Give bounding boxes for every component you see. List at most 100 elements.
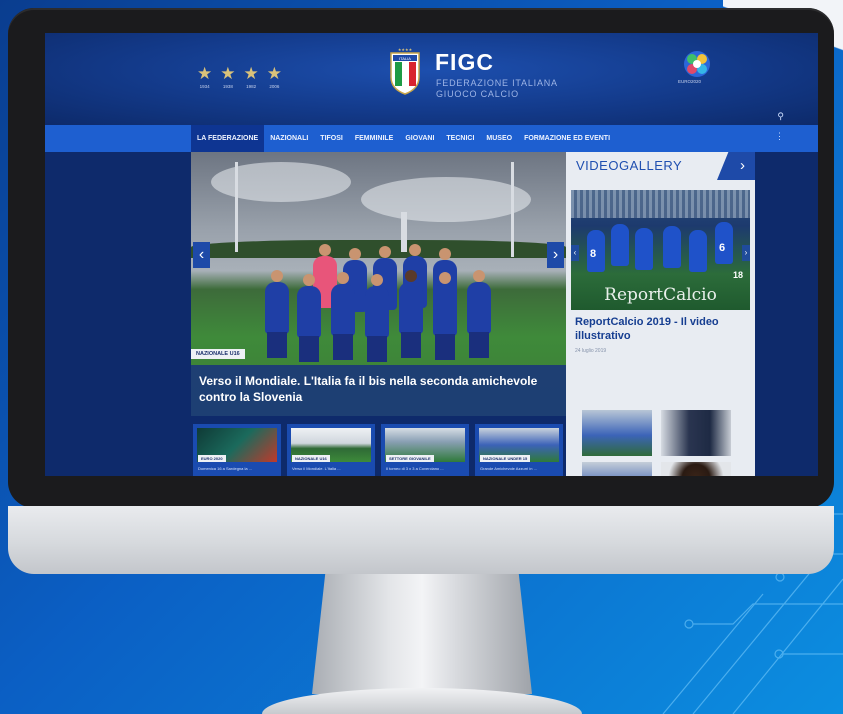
player-head bbox=[439, 248, 451, 260]
player-legs bbox=[367, 336, 387, 362]
nav-item-giovani[interactable]: GIOVANI bbox=[399, 125, 440, 152]
kebab-menu-icon[interactable]: ⋮ bbox=[775, 131, 784, 142]
thumb-text: Verso il Mondiale. L'Italia ... bbox=[292, 466, 341, 471]
nav-item-formazione[interactable]: FORMAZIONE ED EVENTI bbox=[518, 125, 616, 152]
player-head bbox=[337, 272, 349, 284]
nav-item-tecnici[interactable]: TECNICI bbox=[440, 125, 480, 152]
thumb-badge: SETTORE GIOVANILE bbox=[386, 455, 434, 462]
player-head bbox=[409, 244, 421, 256]
euro-label: EURO2020 bbox=[678, 79, 702, 84]
star-item: ★ 1934 bbox=[197, 65, 212, 89]
news-thumb[interactable]: NAZIONALE UNDER 15 Grande Amichevole Azz… bbox=[475, 424, 563, 476]
jersey-number: 18 bbox=[733, 270, 744, 280]
player-head bbox=[319, 244, 331, 256]
news-thumbnails: EURO 2020 Domenica 16 a Sardegna la ... … bbox=[191, 416, 566, 476]
svg-text:★★★★: ★★★★ bbox=[398, 47, 413, 52]
player-head bbox=[271, 270, 283, 282]
video-gallery: VIDEOGALLERY › 8 6 18 ReportCalcio ‹ › R… bbox=[566, 152, 755, 476]
news-thumb[interactable]: EURO 2020 Domenica 16 a Sardegna la ... bbox=[193, 424, 281, 476]
star-item: ★ 1982 bbox=[244, 65, 259, 89]
stadium-crowd bbox=[571, 190, 750, 218]
gallery-next-arrow-icon[interactable]: › bbox=[717, 152, 755, 180]
star-icon: ★ bbox=[220, 64, 236, 83]
jersey-number: 6 bbox=[719, 242, 726, 254]
news-thumb[interactable]: SETTORE GIOVANILE Il torneo di 3 x 3 a C… bbox=[381, 424, 469, 476]
figc-shield-logo[interactable]: ITALIA ★★★★ bbox=[388, 47, 422, 95]
player-head bbox=[349, 248, 361, 260]
player bbox=[399, 282, 423, 334]
monitor-stand bbox=[312, 574, 532, 694]
gallery-title[interactable]: VIDEOGALLERY bbox=[576, 158, 682, 173]
star-icon: ★ bbox=[243, 64, 259, 83]
star-icon: ★ bbox=[266, 64, 282, 83]
hero-next-arrow-icon[interactable]: › bbox=[547, 242, 564, 268]
thumb-text: Domenica 16 a Sardegna la ... bbox=[198, 466, 253, 471]
video-player bbox=[635, 228, 653, 270]
jersey-number: 8 bbox=[590, 248, 597, 260]
star-year: 1938 bbox=[222, 84, 233, 89]
player bbox=[433, 284, 457, 336]
monitor-foot bbox=[262, 688, 582, 714]
video-prev-arrow-icon[interactable]: ‹ bbox=[571, 245, 579, 261]
monitor-chin bbox=[8, 506, 834, 574]
nav-item-tifosi[interactable]: TIFOSI bbox=[314, 125, 349, 152]
video-thumb[interactable] bbox=[661, 410, 731, 456]
news-thumb[interactable]: NAZIONALE U16 Verso il Mondiale. L'Itali… bbox=[287, 424, 375, 476]
player-head bbox=[473, 270, 485, 282]
hero-title[interactable]: Verso il Mondiale. L'Italia fa il bis ne… bbox=[199, 373, 559, 405]
video-title[interactable]: ReportCalcio 2019 - Il video illustrativ… bbox=[575, 315, 751, 343]
floodlight-pole bbox=[235, 162, 238, 252]
star-item: ★ 2006 bbox=[267, 65, 282, 89]
video-thumb[interactable] bbox=[661, 462, 731, 476]
player-head bbox=[379, 246, 391, 258]
search-icon[interactable]: ⚲ bbox=[777, 111, 784, 122]
world-cup-stars: ★ 1934 ★ 1938 ★ 1982 ★ 2006 bbox=[197, 65, 282, 89]
thumb-badge: NAZIONALE U16 bbox=[292, 455, 330, 462]
hero-caption[interactable]: Verso il Mondiale. L'Italia fa il bis ne… bbox=[191, 365, 566, 416]
player bbox=[297, 286, 321, 338]
player-head bbox=[405, 270, 417, 282]
cloud bbox=[211, 162, 351, 202]
video-date: 24 luglio 2019 bbox=[575, 348, 607, 354]
star-year: 2006 bbox=[269, 84, 280, 89]
cloud bbox=[361, 177, 531, 222]
nav-items: LA FEDERAZIONE NAZIONALI TIFOSI FEMMINIL… bbox=[191, 125, 616, 152]
star-year: 1982 bbox=[246, 84, 257, 89]
shield-text: ITALIA bbox=[399, 56, 411, 61]
nav-item-nazionali[interactable]: NAZIONALI bbox=[264, 125, 314, 152]
player bbox=[331, 284, 355, 336]
site-header: ★ 1934 ★ 1938 ★ 1982 ★ 2006 ITALIA ★ ★★★ … bbox=[45, 33, 818, 125]
player-legs bbox=[299, 336, 319, 362]
player bbox=[467, 282, 491, 334]
thumb-badge: EURO 2020 bbox=[198, 455, 226, 462]
video-player bbox=[663, 226, 681, 268]
subtitle-line-2: GIUOCO CALCIO bbox=[436, 89, 519, 99]
screen: ★ 1934 ★ 1938 ★ 1982 ★ 2006 ITALIA ★ ★★★ … bbox=[45, 33, 818, 476]
hero-category-badge[interactable]: NAZIONALE U16 bbox=[191, 349, 245, 359]
main-navbar: LA FEDERAZIONE NAZIONALI TIFOSI FEMMINIL… bbox=[45, 111, 818, 152]
video-player bbox=[611, 224, 629, 266]
hero-prev-arrow-icon[interactable]: ‹ bbox=[193, 242, 210, 268]
player-head bbox=[439, 272, 451, 284]
video-thumb[interactable] bbox=[582, 410, 652, 456]
player-legs bbox=[469, 332, 489, 358]
thumb-text: Il torneo di 3 x 3 a Coverciano ... bbox=[386, 466, 444, 471]
player-legs bbox=[333, 334, 353, 360]
thumb-badge: NAZIONALE UNDER 15 bbox=[480, 455, 531, 462]
video-overlay-text: ReportCalcio bbox=[604, 285, 717, 305]
nav-item-femminile[interactable]: FEMMINILE bbox=[349, 125, 400, 152]
site-title[interactable]: FIGC bbox=[435, 49, 494, 76]
floodlight-pole bbox=[511, 162, 514, 257]
player bbox=[265, 282, 289, 334]
video-player bbox=[689, 230, 707, 272]
star-year: 1934 bbox=[199, 84, 210, 89]
video-thumb[interactable] bbox=[582, 462, 652, 476]
nav-item-museo[interactable]: MUSEO bbox=[480, 125, 518, 152]
player-head bbox=[303, 274, 315, 286]
star-item: ★ 1938 bbox=[220, 65, 235, 89]
nav-item-federazione[interactable]: LA FEDERAZIONE bbox=[191, 125, 265, 152]
player bbox=[365, 286, 389, 338]
featured-video[interactable]: 8 6 18 ReportCalcio ‹ › bbox=[571, 190, 750, 310]
star-icon: ★ bbox=[197, 64, 213, 83]
video-next-arrow-icon[interactable]: › bbox=[742, 245, 750, 261]
